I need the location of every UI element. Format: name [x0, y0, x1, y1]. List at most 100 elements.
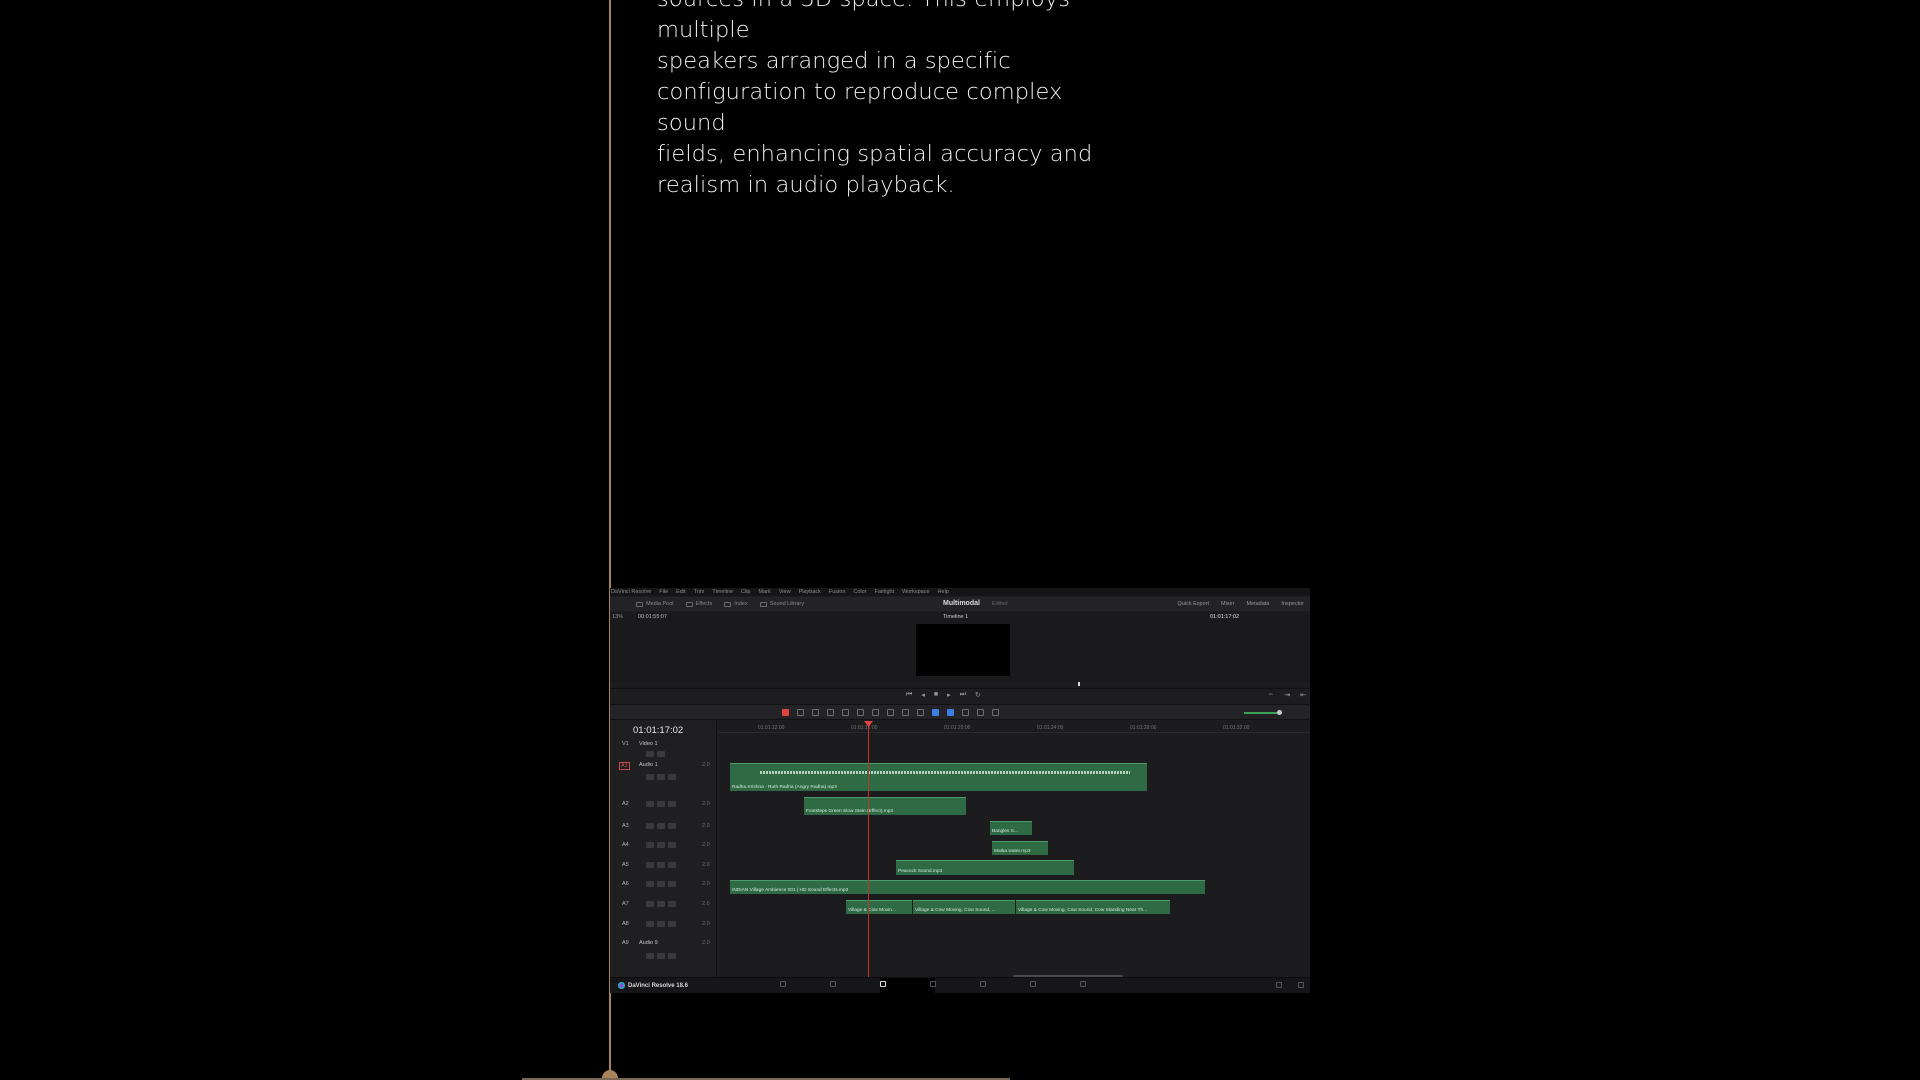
audio-clip[interactable]: Matka water.mp3 — [992, 841, 1048, 855]
metadata-button[interactable]: Metadata — [1246, 601, 1269, 607]
zoom-level[interactable]: 13% — [612, 614, 623, 620]
home-icon[interactable] — [1276, 982, 1282, 988]
timeline-ruler[interactable]: 01:01:12:00 01:01:16:00 01:01:20:00 01:0… — [718, 721, 1310, 733]
menu-item[interactable]: Workspace — [902, 589, 929, 595]
solo-icon[interactable] — [657, 774, 665, 780]
mute-icon[interactable] — [668, 823, 676, 829]
mute-icon[interactable] — [668, 801, 676, 807]
audio-clip[interactable]: Peacock Sound.mp3 — [896, 860, 1074, 875]
menu-item[interactable]: Color — [853, 589, 866, 595]
edit-page-icon[interactable] — [880, 981, 886, 987]
solo-icon[interactable] — [657, 842, 665, 848]
stop-icon[interactable]: ■ — [934, 691, 938, 699]
volume-knob[interactable] — [1277, 710, 1282, 715]
zoom-full-icon[interactable] — [962, 709, 969, 716]
next-edit-icon[interactable]: ⇥ — [1284, 691, 1290, 699]
effects-button[interactable]: Effects — [680, 601, 719, 607]
audio-clip[interactable]: Footsteps Green Slow Stein (Effect).mp3 — [804, 797, 966, 815]
solo-icon[interactable] — [657, 921, 665, 927]
audio-clip[interactable]: Radha Krishna - Ruth Radha (Angry Radha)… — [730, 763, 1147, 791]
fairlight-page-icon[interactable] — [1030, 981, 1036, 987]
overwrite-clip-icon[interactable] — [857, 709, 864, 716]
audio-clip[interactable]: Village & Cow Moving, Cow Sound, Cow Sta… — [1016, 900, 1170, 914]
reverse-icon[interactable]: ◂ — [921, 691, 925, 699]
linked-selection-icon[interactable] — [902, 709, 909, 716]
menu-item[interactable]: Mark — [759, 589, 771, 595]
menu-item[interactable]: DaVinci Resolve — [611, 589, 651, 595]
go-to-end-icon[interactable]: ⏭ — [960, 691, 966, 699]
lock-icon[interactable] — [646, 751, 654, 757]
zoom-detail-icon[interactable] — [977, 709, 984, 716]
match-frame-icon[interactable]: ⇔ — [1267, 691, 1274, 699]
solo-icon[interactable] — [657, 881, 665, 887]
replace-clip-icon[interactable] — [872, 709, 879, 716]
audio-clip[interactable]: INDIAN Village Ambience 001 | HD Sound E… — [730, 880, 1205, 894]
arm-icon[interactable] — [646, 774, 654, 780]
menu-item[interactable]: Trim — [694, 589, 705, 595]
mute-icon[interactable] — [668, 862, 676, 868]
arm-icon[interactable] — [646, 921, 654, 927]
cut-page-icon[interactable] — [830, 981, 836, 987]
color-page-icon[interactable] — [980, 981, 986, 987]
blade-tool-icon[interactable] — [827, 709, 834, 716]
mute-icon[interactable] — [668, 774, 676, 780]
play-icon[interactable]: ▸ — [947, 691, 951, 699]
mute-icon[interactable] — [668, 881, 676, 887]
mute-icon[interactable] — [668, 901, 676, 907]
solo-icon[interactable] — [657, 823, 665, 829]
scrubber-handle[interactable] — [1078, 682, 1080, 686]
dynamic-trim-icon[interactable] — [812, 709, 819, 716]
arm-icon[interactable] — [646, 881, 654, 887]
media-page-icon[interactable] — [780, 981, 786, 987]
menu-item[interactable]: Timeline — [712, 589, 733, 595]
solo-icon[interactable] — [657, 901, 665, 907]
menu-item[interactable]: Edit — [676, 589, 685, 595]
quick-export-button[interactable]: Quick Export — [1178, 601, 1209, 607]
mixer-button[interactable]: Mixer — [1221, 601, 1234, 607]
menu-item[interactable]: Help — [938, 589, 949, 595]
mute-icon[interactable] — [668, 953, 676, 959]
arm-icon[interactable] — [646, 801, 654, 807]
trim-tool-icon[interactable] — [797, 709, 804, 716]
zoom-custom-icon[interactable] — [992, 709, 999, 716]
audio-clip[interactable]: Bangles S... — [990, 821, 1032, 835]
flag-icon[interactable] — [932, 709, 939, 716]
arm-icon[interactable] — [646, 901, 654, 907]
menu-item[interactable]: File — [659, 589, 668, 595]
sound-library-button[interactable]: Sound Library — [754, 601, 810, 607]
timeline-area[interactable]: 01:01:12:00 01:01:16:00 01:01:20:00 01:0… — [718, 721, 1310, 985]
position-lock-icon[interactable] — [917, 709, 924, 716]
menu-item[interactable]: Playback — [799, 589, 821, 595]
insert-clip-icon[interactable] — [842, 709, 849, 716]
mute-icon[interactable] — [668, 842, 676, 848]
volume-slider[interactable] — [1244, 712, 1280, 714]
audio-clip[interactable]: Village & Cow Moving, Cow Sound, ... — [913, 900, 1015, 914]
last-frame-icon[interactable]: ⇤ — [1300, 691, 1306, 699]
menu-item[interactable]: Fusion — [829, 589, 846, 595]
arm-icon[interactable] — [646, 823, 654, 829]
playhead[interactable] — [868, 721, 869, 985]
solo-icon[interactable] — [657, 862, 665, 868]
menu-item[interactable]: Fairlight — [875, 589, 895, 595]
mute-icon[interactable] — [668, 921, 676, 927]
media-pool-button[interactable]: Media Pool — [630, 601, 680, 607]
loop-icon[interactable]: ↻ — [975, 691, 981, 699]
arm-icon[interactable] — [646, 953, 654, 959]
arm-icon[interactable] — [646, 862, 654, 868]
inspector-button[interactable]: Inspector — [1281, 601, 1304, 607]
marker-icon[interactable] — [947, 709, 954, 716]
timeline-selector[interactable]: Timeline 1 — [943, 614, 968, 620]
audio-clip[interactable]: Village & Cow Movin... — [846, 900, 912, 914]
snapping-icon[interactable] — [887, 709, 894, 716]
deliver-page-icon[interactable] — [1080, 981, 1086, 987]
visibility-icon[interactable] — [657, 751, 665, 757]
solo-icon[interactable] — [657, 953, 665, 959]
menu-item[interactable]: Clip — [741, 589, 750, 595]
go-to-start-icon[interactable]: ⏮ — [906, 691, 912, 699]
index-button[interactable]: Index — [718, 601, 753, 607]
arm-icon[interactable] — [646, 842, 654, 848]
fusion-page-icon[interactable] — [930, 981, 936, 987]
selection-tool-icon[interactable] — [782, 709, 789, 716]
menu-item[interactable]: View — [779, 589, 791, 595]
solo-icon[interactable] — [657, 801, 665, 807]
